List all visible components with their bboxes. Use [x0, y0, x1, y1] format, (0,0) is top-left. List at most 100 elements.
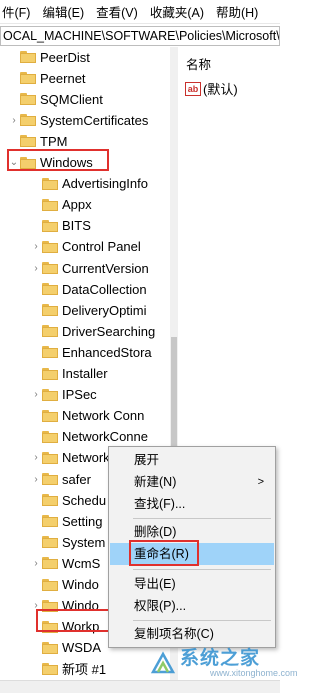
menu-item-export[interactable]: 导出(E) [110, 573, 274, 595]
tree-item[interactable]: PeerDist [8, 47, 90, 67]
tree-item[interactable]: › Network [30, 448, 109, 468]
folder-icon [20, 135, 36, 148]
expand-chevron-icon[interactable]: › [30, 385, 42, 405]
menu-view[interactable]: 查看(V) [90, 2, 144, 21]
folder-icon [42, 451, 58, 464]
folder-icon [42, 578, 58, 591]
tree-item[interactable]: › IPSec [30, 385, 97, 405]
menu-file[interactable]: 件(F) [0, 2, 36, 21]
tree-item[interactable]: AdvertisingInfo [30, 174, 148, 194]
tree-item[interactable]: Network Conn [30, 406, 144, 426]
expander-placeholder [30, 490, 42, 510]
folder-icon [20, 72, 36, 85]
tree-item[interactable]: DataCollection [30, 279, 147, 299]
tree-item[interactable]: NetworkConne [30, 427, 148, 447]
tree-item-label: Setting [62, 513, 103, 529]
menu-edit[interactable]: 编辑(E) [36, 2, 90, 21]
tree-item[interactable]: DriverSearching [30, 321, 155, 341]
expand-chevron-icon[interactable]: › [30, 448, 42, 468]
tree-item[interactable]: Setting [30, 511, 102, 531]
tree-item-label: SQMClient [40, 91, 103, 107]
expander-placeholder [30, 575, 42, 595]
tree-item[interactable]: › SystemCertificates [8, 110, 148, 130]
expand-chevron-icon[interactable]: › [30, 258, 42, 278]
menu-item-permissions[interactable]: 权限(P)... [110, 595, 274, 617]
folder-icon [42, 346, 58, 359]
menu-help[interactable]: 帮助(H) [210, 2, 264, 21]
tree-item[interactable]: Schedu [30, 490, 106, 510]
tree-item[interactable]: › WcmS [30, 553, 100, 573]
tree-item-label: Windo [62, 577, 99, 592]
tree-item[interactable]: System [30, 532, 105, 552]
menu-favorites[interactable]: 收藏夹(A) [144, 2, 210, 21]
tree-item-label: CurrentVersion [62, 260, 149, 276]
tree-item[interactable]: 新项 #1 [30, 659, 106, 679]
menu-item-copy-key-name[interactable]: 复制项名称(C) [110, 623, 274, 645]
tree-item-label: BITS [62, 218, 91, 234]
expander-placeholder [30, 195, 42, 215]
watermark-logo-icon [150, 650, 176, 676]
tree-item-label: DeliveryOptimi [62, 302, 147, 318]
tree-item[interactable]: Peernet [8, 68, 86, 88]
tree-item-label: IPSec [62, 387, 97, 403]
expander-placeholder [30, 427, 42, 447]
folder-icon [42, 430, 58, 443]
tree-item-label: 新项 #1 [62, 662, 107, 678]
folder-icon [42, 262, 58, 274]
folder-icon [42, 325, 58, 338]
tree-item[interactable]: › Control Panel [30, 237, 141, 257]
highlight-rename-item [129, 540, 199, 566]
menu-separator [133, 620, 271, 621]
tree-item[interactable]: Installer [30, 364, 108, 384]
value-row-default[interactable]: ab (默认) [185, 79, 238, 98]
menu-separator [133, 518, 271, 519]
scrollbar-thumb[interactable] [171, 337, 177, 447]
tree-item[interactable]: WSDA [30, 638, 101, 658]
folder-icon [42, 283, 58, 296]
name-column-header[interactable]: 名称 [186, 54, 211, 73]
tree-item-label: Control Panel [62, 239, 141, 255]
tree-item[interactable]: BITS [30, 216, 91, 236]
expand-chevron-icon[interactable]: › [8, 110, 20, 130]
folder-icon [20, 51, 36, 63]
menu-separator [133, 569, 271, 570]
tree-item[interactable]: EnhancedStora [30, 342, 152, 362]
folder-icon [42, 409, 58, 422]
expander-placeholder [30, 174, 42, 194]
menu-item-find[interactable]: 查找(F)... [110, 493, 274, 515]
expander-placeholder [30, 300, 42, 320]
folder-icon [42, 304, 58, 317]
tree-item-label: Network Conn [62, 408, 145, 424]
expander-placeholder [30, 364, 42, 384]
tree-item-label: PeerDist [40, 49, 90, 65]
expand-chevron-icon[interactable]: › [30, 469, 42, 489]
tree-item[interactable]: Windo [30, 575, 99, 595]
tree-item[interactable]: › CurrentVersion [30, 258, 149, 278]
menu-item-expand[interactable]: 展开 [110, 449, 274, 471]
tree-item[interactable]: › safer [30, 469, 91, 489]
string-value-icon: ab [185, 81, 201, 96]
expand-chevron-icon[interactable]: › [30, 237, 42, 257]
address-bar[interactable]: OCAL_MACHINE\SOFTWARE\Policies\Microsoft… [0, 26, 280, 46]
folder-icon [42, 557, 58, 570]
tree-item-label: DataCollection [62, 281, 147, 297]
folder-icon [42, 177, 58, 190]
horizontal-scrollbar[interactable] [0, 680, 280, 693]
highlight-windows-key [7, 149, 109, 171]
tree-item-label: safer [62, 471, 91, 487]
folder-icon [42, 494, 58, 507]
tree-item-label: EnhancedStora [62, 344, 152, 360]
folder-icon [42, 515, 58, 528]
watermark-text: 系统之家 [180, 647, 261, 669]
watermark: 系统之家 www.xitonghome.com [150, 646, 298, 680]
tree-item[interactable]: SQMClient [8, 89, 103, 109]
tree-item-label: NetworkConne [62, 429, 148, 445]
tree-item[interactable]: Appx [30, 195, 92, 215]
folder-icon [42, 367, 58, 380]
expand-chevron-icon[interactable]: › [30, 553, 42, 573]
menu-item-new[interactable]: 新建(N) > [110, 471, 274, 493]
tree-item-label: Appx [62, 197, 92, 213]
folder-icon [42, 219, 58, 232]
expander-placeholder [30, 532, 42, 552]
tree-item[interactable]: DeliveryOptimi [30, 300, 147, 320]
